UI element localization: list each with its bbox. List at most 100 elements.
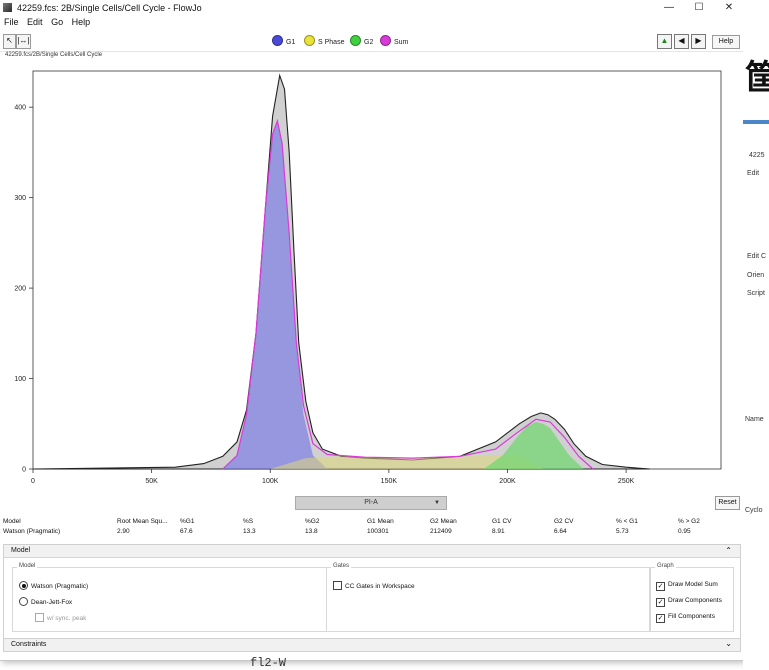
stats-cell: 212409	[430, 528, 452, 535]
y-tick-label: 400	[14, 105, 26, 112]
model-group-label: Model	[17, 563, 38, 569]
model-group: Model Watson (Pragmatic) Dean-Jett-Fox w…	[12, 563, 327, 632]
population-path: 42259.fcs/2B/Single Cells/Cell Cycle	[5, 52, 103, 58]
checkbox-checked-icon: ✓	[656, 598, 665, 607]
background-glyph-icon: 筐	[745, 58, 769, 98]
model-panel: Model ⌃ Model Watson (Pragmatic) Dean-Je…	[3, 544, 741, 639]
menu-file[interactable]: File	[4, 17, 19, 27]
watson-label: Watson (Pragmatic)	[31, 583, 89, 590]
collapse-icon[interactable]: ⌃	[725, 546, 732, 555]
title-bar: 42259.fcs: 2B/Single Cells/Cell Cycle - …	[0, 0, 743, 17]
triangle-up-icon[interactable]: ▲	[657, 34, 672, 49]
menu-go[interactable]: Go	[51, 17, 63, 27]
checkbox-checked-icon: ✓	[656, 614, 665, 623]
stats-header[interactable]: % < G1	[616, 518, 638, 525]
draw-components-checkbox[interactable]: ✓ Draw Components	[656, 597, 722, 607]
stats-header[interactable]: Root Mean Squ...	[117, 518, 168, 525]
x-tick-label: 50K	[145, 478, 158, 485]
flowjo-window: 42259.fcs: 2B/Single Cells/Cell Cycle - …	[0, 0, 744, 661]
background-text-1: 4225	[749, 152, 765, 159]
radio-empty-icon	[19, 597, 28, 606]
stats-cell: 100301	[367, 528, 389, 535]
background-text-7: Cyclo	[745, 507, 763, 514]
pointer-tool-icon[interactable]: ↖	[3, 34, 16, 49]
dropdown-arrow-icon: ▼	[434, 500, 440, 506]
gates-group-label: Gates	[331, 563, 352, 569]
legend-s-phase: S Phase	[304, 35, 344, 46]
background-text-5: Script	[747, 290, 765, 297]
stats-header[interactable]: % > G2	[678, 518, 700, 525]
reset-button[interactable]: Reset	[715, 496, 740, 510]
stats-cell: 5.73	[616, 528, 629, 535]
cc-gates-checkbox[interactable]: CC Gates in Workspace	[333, 581, 415, 590]
gates-group: Gates CC Gates in Workspace	[326, 563, 650, 632]
dean-jett-fox-label: Dean-Jett-Fox	[31, 599, 73, 606]
sync-peak-checkbox[interactable]: w/ sync. peak	[35, 613, 86, 622]
y-tick-label: 100	[14, 376, 26, 383]
draw-components-label: Draw Components	[668, 597, 722, 604]
g2-swatch-icon	[350, 35, 361, 46]
menu-bar: File Edit Go Help	[0, 17, 92, 30]
graph-group: Graph ✓ Draw Model Sum ✓ Draw Components ✓…	[650, 563, 734, 632]
graph-group-label: Graph	[655, 563, 676, 569]
fill-components-checkbox[interactable]: ✓ Fill Components	[656, 613, 715, 623]
parameter-dropdown-value: PI-A	[364, 499, 378, 506]
background-window: 筐 4225 Edit Edit C Orien Script Name Cyc…	[743, 0, 769, 669]
stats-header[interactable]: %S	[243, 518, 253, 525]
dean-jett-fox-radio[interactable]: Dean-Jett-Fox	[19, 597, 72, 606]
legend-g1: G1	[272, 35, 295, 46]
g1-swatch-icon	[272, 35, 283, 46]
menu-help[interactable]: Help	[72, 17, 91, 27]
y-tick-label: 0	[22, 467, 26, 474]
range-tool-icon[interactable]: |↔|	[16, 34, 31, 49]
help-button[interactable]: Help	[712, 35, 740, 49]
cell-cycle-histogram[interactable]: 0 50K 100K 150K 200K 250K 0 100 200 300 400	[0, 60, 743, 490]
background-text-2: Edit	[747, 170, 760, 177]
back-arrow-icon[interactable]: ◀	[674, 34, 689, 49]
stats-cell: 13.8	[305, 528, 318, 535]
flowjo-app-icon	[3, 3, 12, 12]
legend-s-phase-label: S Phase	[318, 39, 345, 46]
model-panel-header[interactable]: Model ⌃	[4, 545, 740, 558]
stats-header[interactable]: %G2	[305, 518, 319, 525]
cc-gates-label: CC Gates in Workspace	[345, 583, 415, 590]
stats-header[interactable]: G2 Mean	[430, 518, 457, 525]
draw-model-sum-checkbox[interactable]: ✓ Draw Model Sum	[656, 581, 718, 591]
checkbox-empty-icon	[35, 613, 44, 622]
x-tick-label: 100K	[262, 478, 279, 485]
stats-header[interactable]: Model	[3, 518, 21, 525]
constraints-panel-header[interactable]: Constraints ⌄	[3, 638, 741, 652]
model-stats-table: Model Root Mean Squ... %G1 %S %G2 G1 Mean G2 M…	[0, 516, 743, 538]
stats-cell: Watson (Pragmatic)	[3, 528, 61, 535]
background-text-4: Orien	[747, 272, 765, 279]
stats-header[interactable]: G1 Mean	[367, 518, 394, 525]
close-button[interactable]: ✕	[713, 0, 745, 17]
x-tick-label: 0	[31, 478, 35, 485]
parameter-dropdown[interactable]: PI-A ▼	[295, 496, 447, 510]
menu-edit[interactable]: Edit	[27, 17, 43, 27]
stats-cell: 6.64	[554, 528, 567, 535]
y-tick-label: 200	[14, 286, 26, 293]
minimize-button[interactable]: —	[653, 0, 685, 17]
constraints-title: Constraints	[11, 641, 47, 648]
watson-radio[interactable]: Watson (Pragmatic)	[19, 581, 88, 590]
maximize-button[interactable]: ☐	[683, 0, 715, 17]
stats-header[interactable]: G1 CV	[492, 518, 512, 525]
forward-arrow-icon[interactable]: ▶	[691, 34, 706, 49]
stats-cell: 67.6	[180, 528, 193, 535]
radio-selected-icon	[19, 581, 28, 590]
stats-header[interactable]: %G1	[180, 518, 194, 525]
x-tick-label: 150K	[381, 478, 398, 485]
x-tick-label: 200K	[499, 478, 516, 485]
legend-sum: Sum	[380, 35, 408, 46]
checkbox-empty-icon	[333, 581, 342, 590]
stats-header[interactable]: G2 CV	[554, 518, 574, 525]
window-title: 42259.fcs: 2B/Single Cells/Cell Cycle - …	[17, 3, 202, 13]
expand-icon[interactable]: ⌄	[725, 639, 732, 648]
model-panel-title: Model	[11, 547, 31, 554]
legend-sum-label: Sum	[394, 39, 409, 46]
background-text-3: Edit C	[747, 253, 767, 260]
stats-cell: 8.91	[492, 528, 505, 535]
stats-cell: 2.90	[117, 528, 130, 535]
stats-cell: 0.95	[678, 528, 691, 535]
